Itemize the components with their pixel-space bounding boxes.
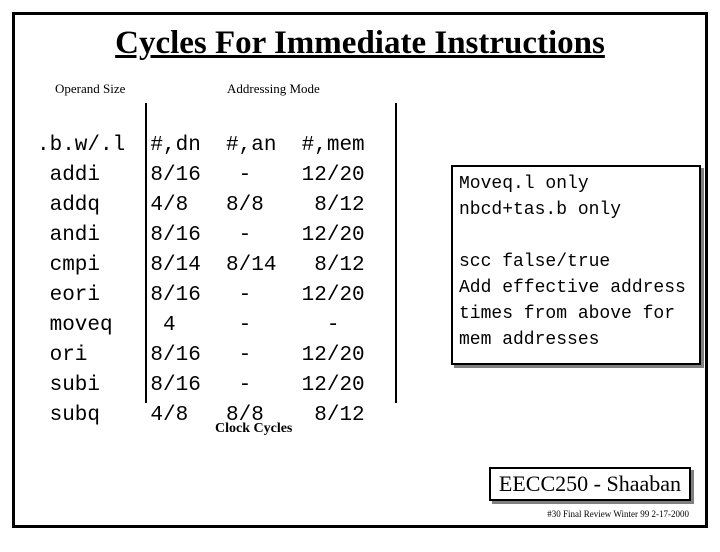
table-row: moveq 4 - - (37, 314, 339, 337)
note-line: Moveq.l only (459, 174, 589, 194)
table-row: addi 8/16 - 12/20 (37, 164, 365, 187)
table-row: addq 4/8 8/8 8/12 (37, 194, 365, 217)
table-row: subq 4/8 8/8 8/12 (37, 404, 365, 427)
note-line: Add effective address times from above f… (459, 278, 697, 350)
table-row: cmpi 8/14 8/14 8/12 (37, 254, 365, 277)
slide: Cycles For Immediate Instructions Operan… (12, 12, 708, 528)
table-row: eori 8/16 - 12/20 (37, 284, 365, 307)
notes-box: Moveq.l only nbcd+tas.b only scc false/t… (451, 165, 701, 365)
operand-size-label: Operand Size (55, 81, 125, 97)
table-row: andi 8/16 - 12/20 (37, 224, 365, 247)
footer-badge: EECC250 - Shaaban (489, 467, 691, 501)
footer-small: #30 Final Review Winter 99 2-17-2000 (547, 509, 689, 519)
table-row: subi 8/16 - 12/20 (37, 374, 365, 397)
note-line: scc false/true (459, 252, 610, 272)
addressing-mode-label: Addressing Mode (227, 81, 320, 97)
instruction-table: .b.w/.l #,dn #,an #,mem addi 8/16 - 12/2… (37, 101, 365, 431)
divider-vertical-right (395, 103, 397, 403)
table-header-row: .b.w/.l #,dn #,an #,mem (37, 134, 365, 157)
clock-cycles-label: Clock Cycles (215, 421, 292, 437)
table-row: ori 8/16 - 12/20 (37, 344, 365, 367)
note-line: nbcd+tas.b only (459, 200, 621, 220)
page-title: Cycles For Immediate Instructions (15, 25, 705, 62)
